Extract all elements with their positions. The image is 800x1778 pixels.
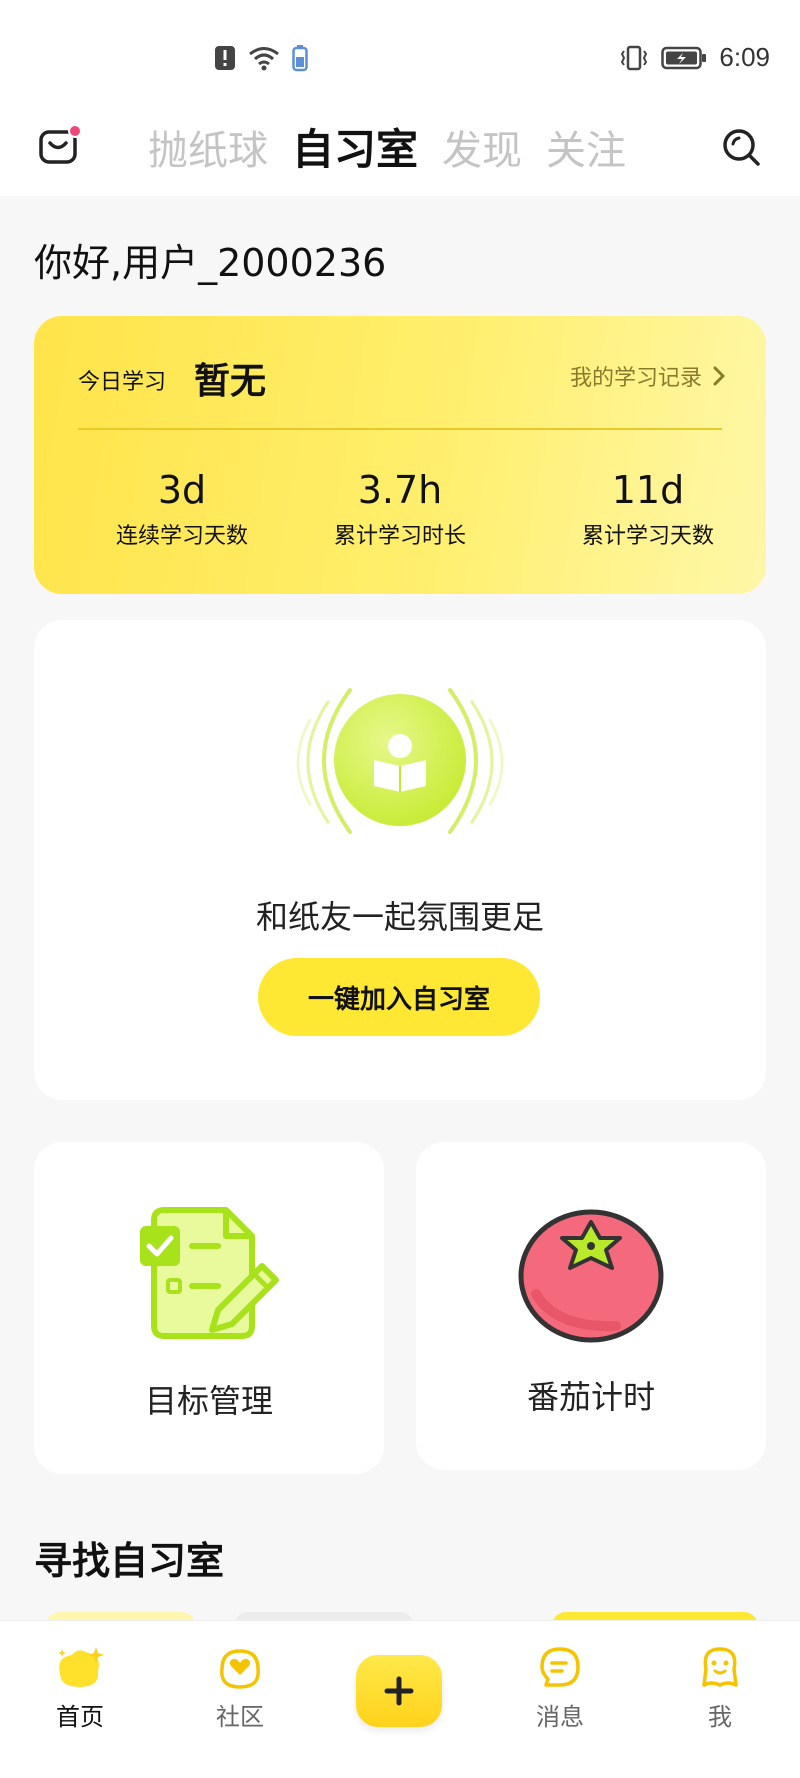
top-tabs: 抛纸球 自习室 发现 关注 <box>148 116 626 177</box>
join-study-room-button[interactable]: 一键加入自习室 <box>258 958 540 1036</box>
nav-home[interactable]: 首页 <box>20 1643 140 1732</box>
status-left <box>214 44 308 72</box>
stat-label: 连续学习天数 <box>115 524 248 549</box>
profile-icon <box>702 1647 738 1687</box>
nav-messages-label: 消息 <box>536 1703 584 1731</box>
stat-label: 累计学习时长 <box>333 524 466 549</box>
nav-me-label: 我 <box>708 1703 732 1731</box>
today-study-label: 今日学习 <box>78 370 167 395</box>
notification-icon <box>215 46 235 70</box>
tab-paper-ball[interactable]: 抛纸球 <box>148 118 268 176</box>
notification-dot <box>68 124 82 138</box>
nav-community-label: 社区 <box>216 1703 264 1731</box>
stat-streak-days: 3d 连续学习天数 <box>82 468 282 550</box>
tab-discover[interactable]: 发现 <box>442 118 522 176</box>
bottom-nav: 首页 社区 消息 我 <box>0 1620 800 1778</box>
tab-study-room[interactable]: 自习室 <box>292 116 419 177</box>
tomato-timer-label: 番茄计时 <box>526 1378 655 1416</box>
heart-bubble-icon <box>220 1649 260 1689</box>
chevron-right-icon <box>713 366 725 386</box>
header: 抛纸球 自习室 发现 关注 <box>0 110 800 186</box>
reading-icon <box>296 688 504 834</box>
message-bubble-icon <box>540 1647 580 1687</box>
greeting-text: 你好,用户_2000236 <box>34 241 387 285</box>
plus-icon <box>384 1676 414 1706</box>
nav-me[interactable]: 我 <box>660 1643 780 1732</box>
home-blob-icon <box>58 1647 104 1687</box>
status-right: 6:09 <box>619 42 770 73</box>
stat-value: 11d <box>611 468 685 512</box>
status-time: 6:09 <box>719 42 770 72</box>
vibrate-icon <box>621 45 648 70</box>
tomato-icon <box>518 1209 664 1343</box>
stat-total-days: 11d 累计学习天数 <box>548 468 748 550</box>
nav-home-label: 首页 <box>56 1703 104 1731</box>
goal-checklist-icon <box>140 1207 279 1339</box>
study-stats-card: 今日学习 暂无 我的学习记录 3d 连续学习天数 3.7h 累计学习时长 11d… <box>34 316 766 594</box>
tab-follow[interactable]: 关注 <box>546 118 626 176</box>
nav-community[interactable]: 社区 <box>180 1643 300 1732</box>
study-record-link[interactable]: 我的学习记录 <box>570 360 726 392</box>
status-bar: 6:09 <box>0 0 800 100</box>
search-icon[interactable] <box>720 126 762 168</box>
add-button[interactable] <box>356 1655 442 1727</box>
goal-management-card[interactable]: 目标管理 <box>34 1142 384 1474</box>
today-study-value: 暂无 <box>194 361 267 402</box>
study-record-label: 我的学习记录 <box>569 366 702 391</box>
goal-management-label: 目标管理 <box>144 1382 273 1420</box>
stat-value: 3.7h <box>357 468 443 512</box>
stat-total-hours: 3.7h 累计学习时长 <box>300 468 500 550</box>
stats-divider <box>78 428 722 430</box>
find-study-room-title: 寻找自习室 <box>34 1539 225 1583</box>
join-prompt-text: 和纸友一起氛围更足 <box>255 898 544 936</box>
battery-icon <box>661 46 707 69</box>
nav-messages[interactable]: 消息 <box>500 1643 620 1732</box>
wifi-icon <box>249 47 279 71</box>
battery-saver-icon <box>292 45 308 72</box>
stat-label: 累计学习天数 <box>581 524 714 549</box>
stat-value: 3d <box>157 468 207 512</box>
tomato-timer-card[interactable]: 番茄计时 <box>416 1142 766 1470</box>
join-study-room-card: 和纸友一起氛围更足 一键加入自习室 <box>34 620 766 1100</box>
